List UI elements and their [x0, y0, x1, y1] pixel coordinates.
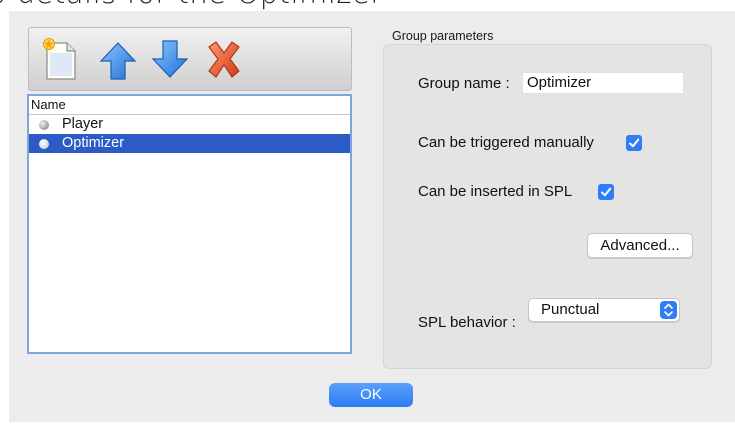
- checkmark-icon: [601, 187, 612, 197]
- list-item-label: Player: [62, 116, 104, 132]
- spl-insert-label: Can be inserted in SPL: [418, 183, 573, 200]
- new-group-button[interactable]: [41, 37, 83, 83]
- move-up-button[interactable]: [97, 37, 139, 83]
- list-item-player[interactable]: Player: [29, 115, 350, 134]
- window-heading-text: p details for the Optimizer: [0, 0, 383, 10]
- advanced-button[interactable]: Advanced...: [587, 233, 693, 258]
- spl-behavior-label: SPL behavior :: [418, 314, 516, 331]
- group-name-label: Group name :: [418, 75, 510, 92]
- move-down-button[interactable]: [149, 37, 191, 83]
- ok-button[interactable]: OK: [329, 383, 413, 407]
- status-bullet-icon: [39, 139, 49, 149]
- spl-behavior-value: Punctual: [541, 301, 600, 318]
- window-heading: p details for the Optimizer: [0, 0, 735, 10]
- checkmark-icon: [629, 138, 640, 148]
- group-parameters-title: Group parameters: [392, 29, 494, 43]
- status-bullet-icon: [39, 120, 49, 130]
- arrow-down-icon: [151, 40, 189, 78]
- delete-x-icon: [208, 41, 240, 78]
- manual-trigger-checkbox[interactable]: [626, 135, 642, 151]
- list-item-optimizer[interactable]: Optimizer: [29, 134, 350, 153]
- manual-trigger-label: Can be triggered manually: [418, 134, 594, 151]
- group-name-field[interactable]: Optimizer: [522, 72, 684, 94]
- list-item-label: Optimizer: [62, 135, 125, 151]
- group-list[interactable]: Name Player Optimizer: [27, 94, 352, 354]
- list-header-name[interactable]: Name: [29, 96, 350, 115]
- chevron-updown-icon: [660, 301, 677, 319]
- toolbar: [28, 27, 352, 91]
- new-document-icon: [43, 38, 76, 80]
- delete-button[interactable]: [203, 37, 245, 83]
- arrow-up-icon: [99, 42, 137, 80]
- spl-behavior-select[interactable]: Punctual: [528, 298, 680, 322]
- spl-insert-checkbox[interactable]: [598, 184, 614, 200]
